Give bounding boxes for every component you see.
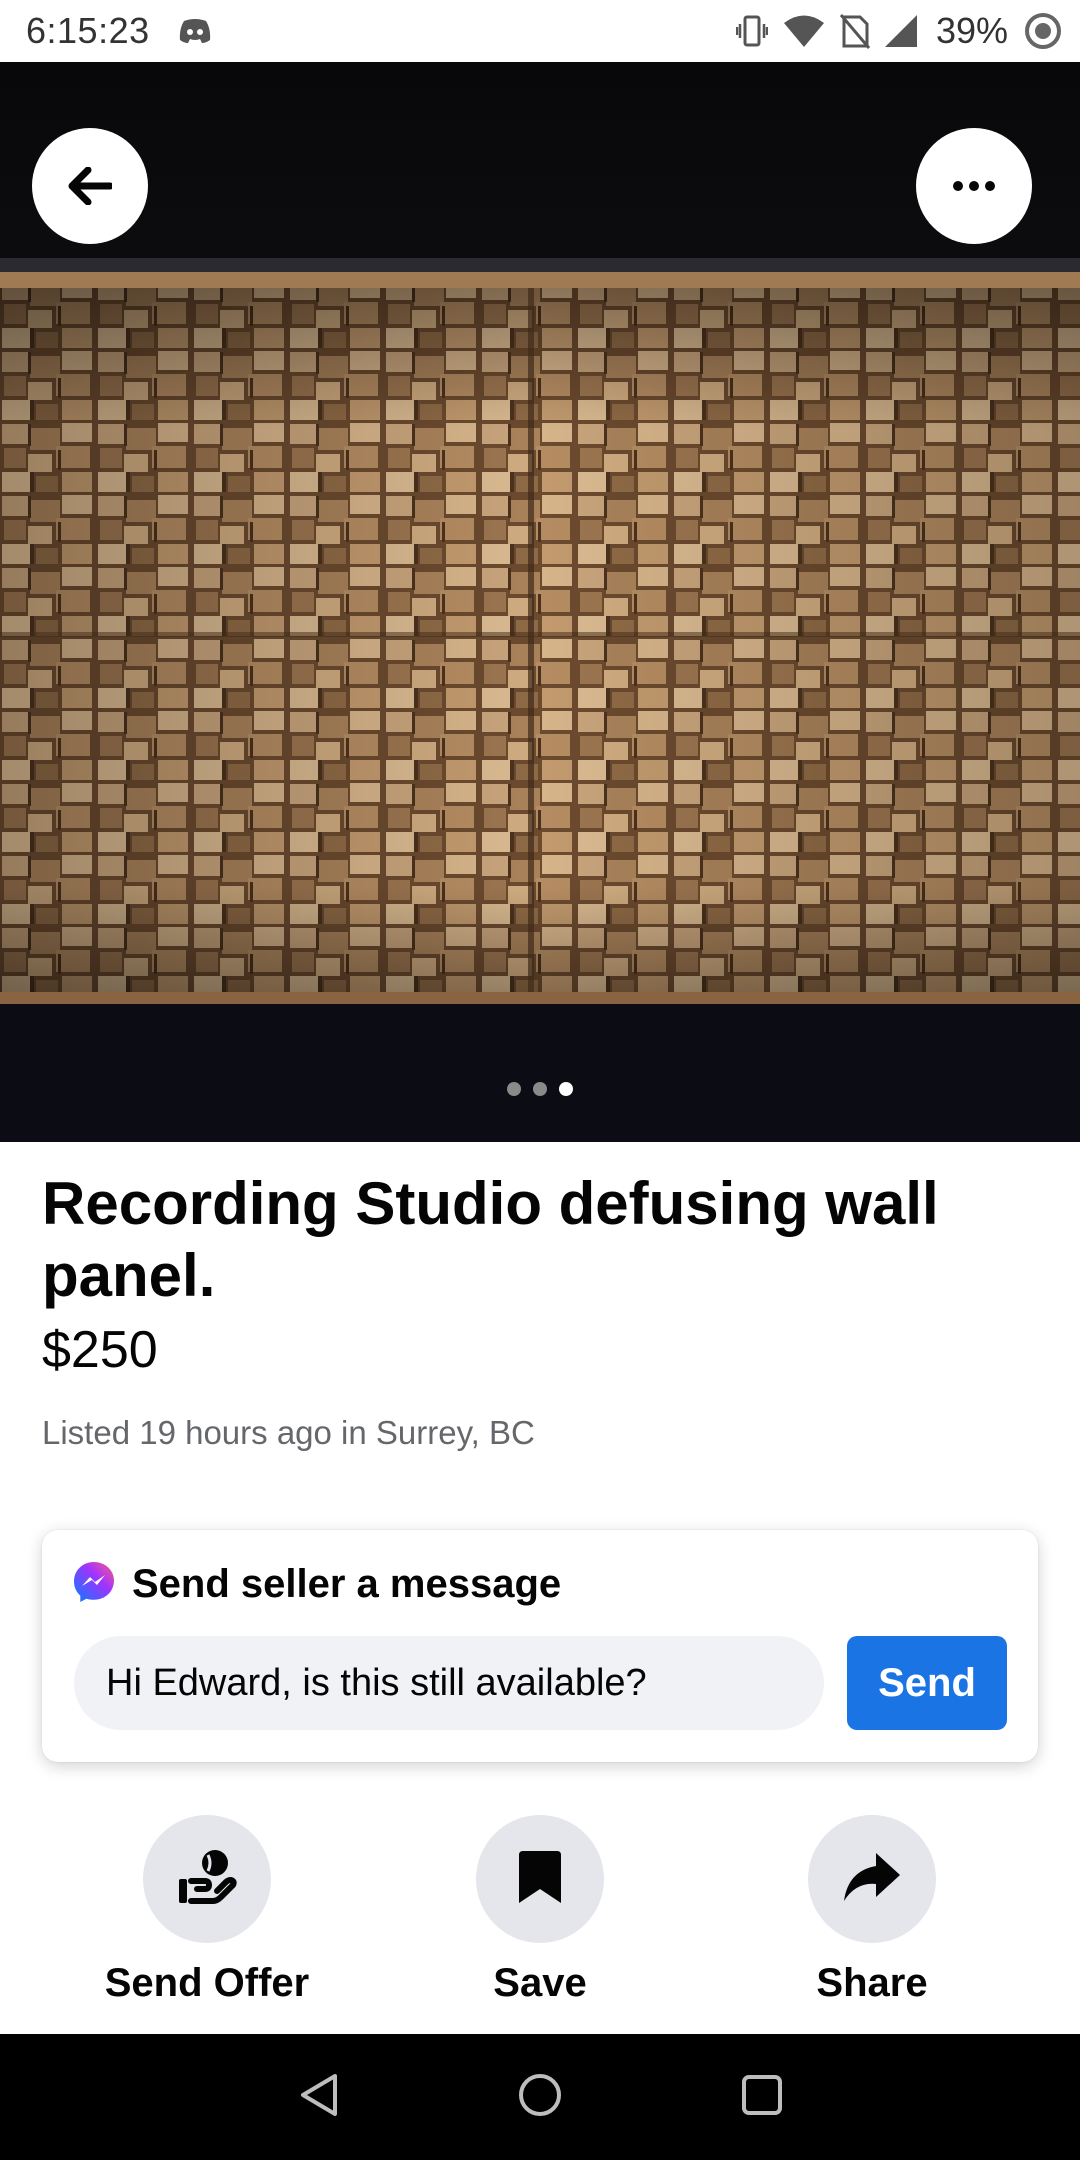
arrow-left-icon xyxy=(68,167,112,205)
bookmark-icon xyxy=(517,1849,563,1910)
share-label: Share xyxy=(816,1961,928,2005)
send-offer-label: Send Offer xyxy=(104,1961,310,2005)
status-icons: 39% xyxy=(735,8,1062,54)
nav-home-button[interactable] xyxy=(515,2072,565,2122)
message-seller-card: Send seller a message Send xyxy=(42,1530,1038,1762)
vibrate-icon xyxy=(735,14,768,48)
share-button[interactable]: Share xyxy=(742,1815,1002,2006)
page-dot[interactable] xyxy=(507,1082,521,1096)
nav-back-button[interactable] xyxy=(294,2072,344,2122)
message-input[interactable] xyxy=(74,1636,824,1730)
send-button[interactable]: Send xyxy=(847,1636,1007,1730)
no-sim-icon xyxy=(839,13,870,49)
message-header-title: Send seller a message xyxy=(132,1562,562,1606)
send-offer-button[interactable]: Send Offer xyxy=(77,1815,337,2006)
send-offer-circle[interactable] xyxy=(143,1815,271,1943)
diffuser-panel-image xyxy=(0,62,1080,1142)
signal-icon xyxy=(884,14,918,48)
page-dot-active[interactable] xyxy=(559,1082,573,1096)
share-arrow-icon xyxy=(842,1851,902,1908)
listing-meta: Listed 19 hours ago in Surrey, BC xyxy=(42,1414,535,1451)
share-circle[interactable] xyxy=(808,1815,936,1943)
page-dot[interactable] xyxy=(533,1082,547,1096)
more-options-button[interactable] xyxy=(916,128,1032,244)
save-button[interactable]: Save xyxy=(410,1815,670,2006)
status-bar: 6:15:23 39% xyxy=(0,0,1080,62)
battery-icon xyxy=(1024,12,1062,50)
nav-recents-button[interactable] xyxy=(737,2072,787,2122)
listing-price: $250 xyxy=(42,1321,158,1379)
save-label: Save xyxy=(493,1961,587,2005)
circle-home-icon xyxy=(518,2073,562,2122)
square-recents-icon xyxy=(741,2074,783,2121)
battery-percentage: 39% xyxy=(935,10,1008,51)
listing-title: Recording Studio defusing wall panel. xyxy=(42,1170,939,1309)
listing-photo[interactable] xyxy=(0,62,1080,1142)
offer-hand-icon xyxy=(175,1845,239,1914)
back-button[interactable] xyxy=(32,128,148,244)
listing-actions: Send Offer Save Share xyxy=(0,1815,1080,2015)
discord-icon xyxy=(178,18,212,44)
messenger-icon xyxy=(72,1560,116,1609)
photo-page-indicator xyxy=(0,1082,1080,1096)
message-header: Send seller a message xyxy=(72,1560,561,1609)
triangle-back-icon xyxy=(299,2073,339,2122)
system-navigation-bar xyxy=(0,2034,1080,2160)
wifi-icon xyxy=(782,14,826,48)
more-dots-icon xyxy=(952,180,996,192)
status-time: 6:15:23 xyxy=(26,10,150,51)
save-circle[interactable] xyxy=(476,1815,604,1943)
